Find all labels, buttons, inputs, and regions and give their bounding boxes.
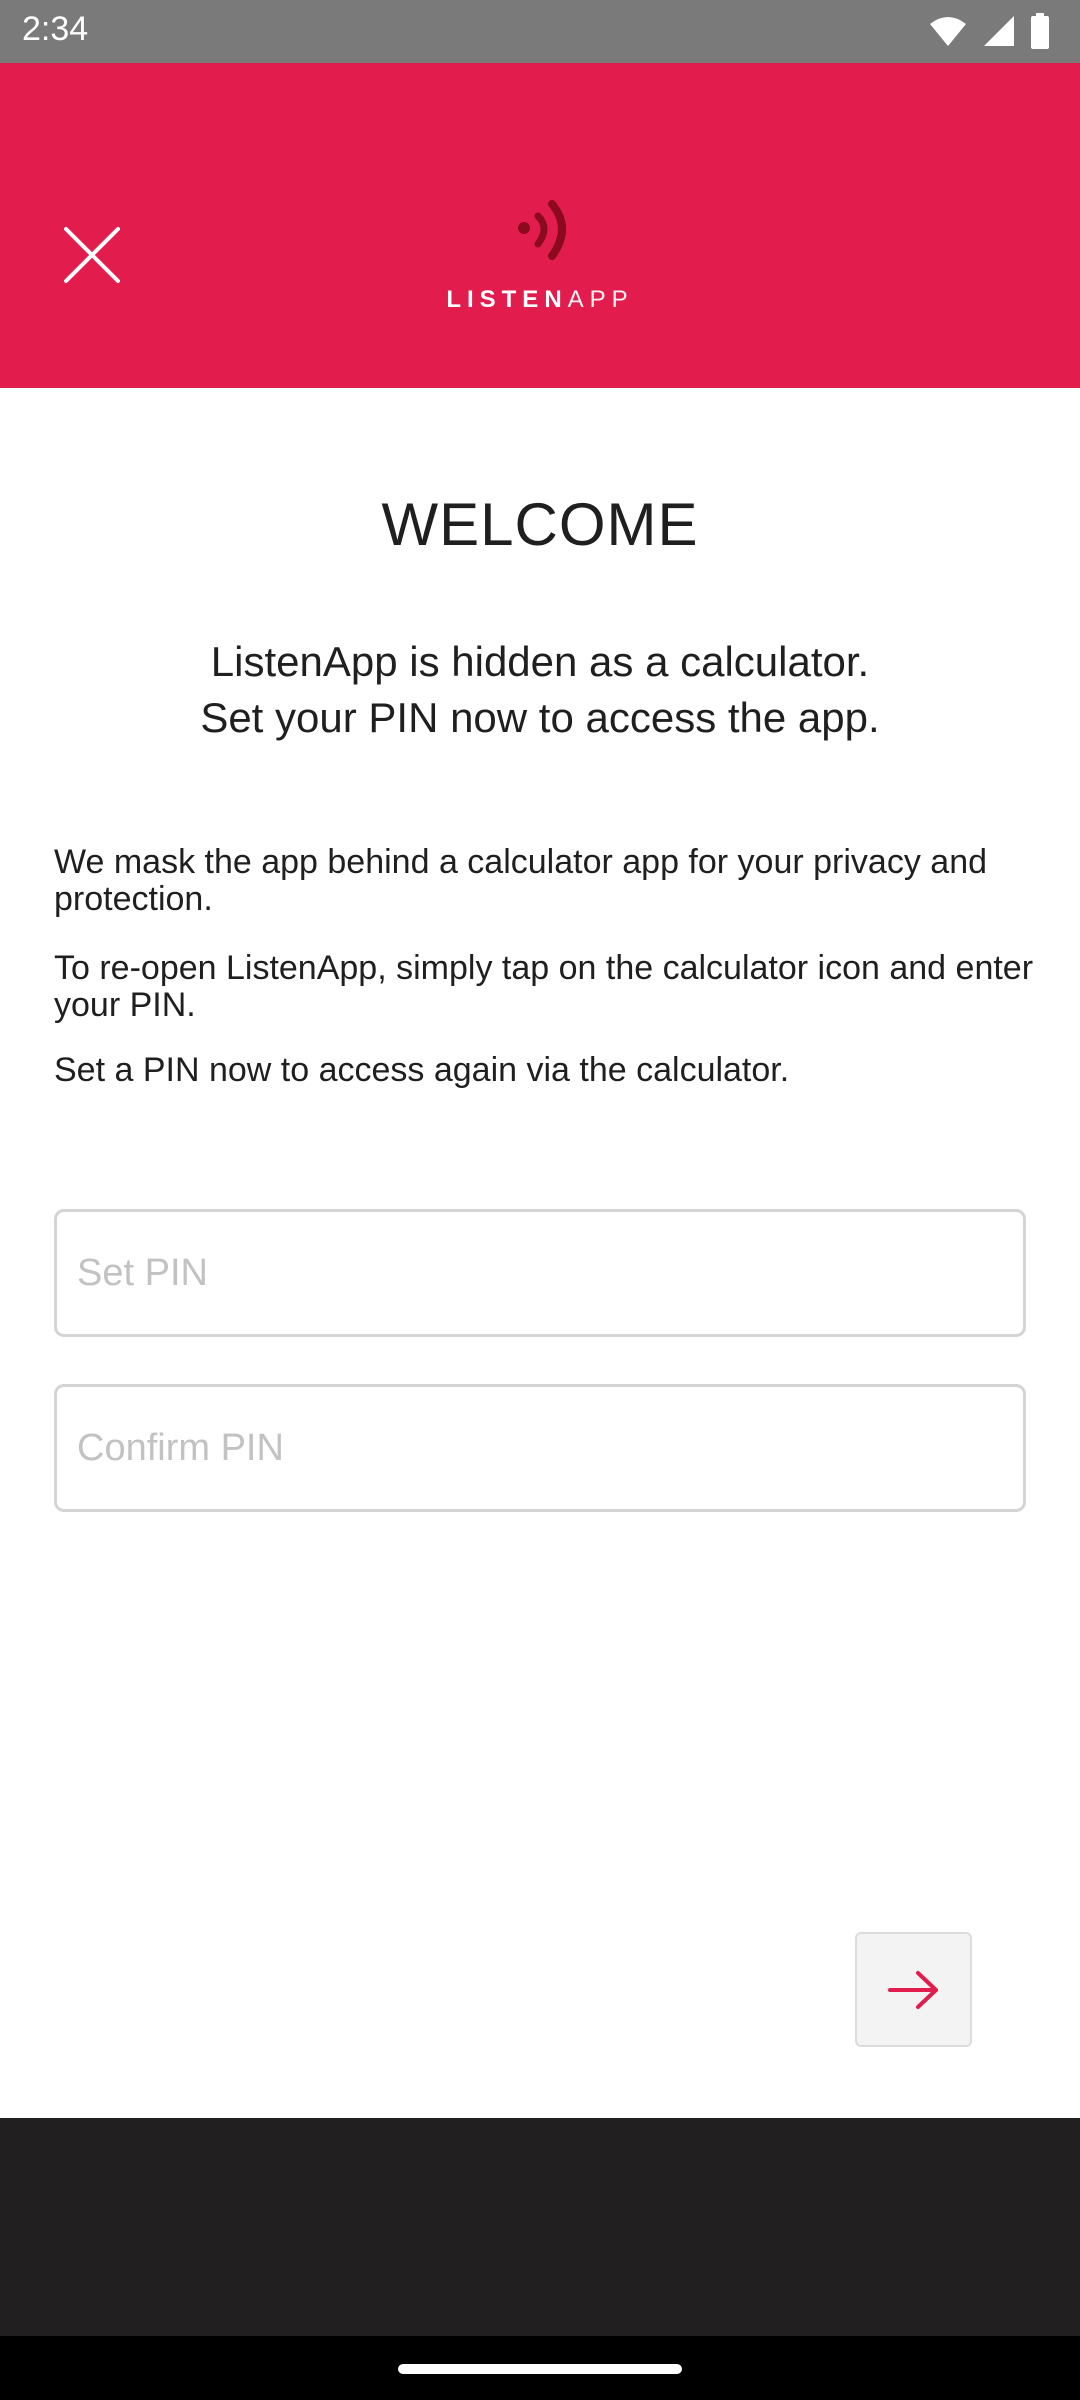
set-pin-field[interactable]: [54, 1209, 1026, 1337]
next-button[interactable]: [855, 1932, 972, 2047]
status-time: 2:34: [22, 10, 89, 48]
page-title: WELCOME: [381, 491, 699, 558]
bottom-panel: [0, 2118, 1080, 2336]
home-indicator[interactable]: [398, 2364, 682, 2374]
system-navigation-bar: [0, 2336, 1080, 2400]
app-header: LISTENAPP: [0, 63, 1080, 388]
privacy-paragraph: We mask the app behind a calculator app …: [54, 843, 988, 918]
set-pin-input[interactable]: [57, 1212, 1023, 1334]
cellular-signal-icon: [984, 16, 1014, 46]
status-icons: [928, 12, 1050, 50]
subtitle-line-1: ListenApp is hidden as a calculator.: [210, 638, 870, 685]
arrow-right-icon: [887, 1970, 938, 2009]
subtitle: ListenApp is hidden as a calculator. Set…: [80, 634, 1000, 746]
confirm-pin-input[interactable]: [57, 1387, 1023, 1509]
wifi-icon: [930, 17, 966, 46]
close-icon: [64, 227, 120, 283]
logo-text-listen: LISTEN: [446, 286, 568, 313]
reopen-paragraph: To re-open ListenApp, simply tap on the …: [54, 949, 1034, 1024]
confirm-pin-field[interactable]: [54, 1384, 1026, 1512]
logo-text-app: APP: [567, 286, 634, 313]
listenapp-logo: LISTENAPP: [430, 198, 650, 368]
welcome-screen: 2:34 LISTENAPP WELCOME ListenApp is hidd…: [0, 0, 1080, 2400]
status-bar: 2:34: [0, 0, 1080, 63]
subtitle-line-2: Set your PIN now to access the app.: [200, 694, 880, 741]
battery-icon: [1031, 13, 1049, 49]
logo-wordmark: LISTENAPP: [430, 286, 650, 314]
close-button[interactable]: [60, 223, 126, 289]
set-pin-paragraph: Set a PIN now to access again via the ca…: [54, 1051, 790, 1089]
sound-waves-icon: [518, 200, 566, 260]
